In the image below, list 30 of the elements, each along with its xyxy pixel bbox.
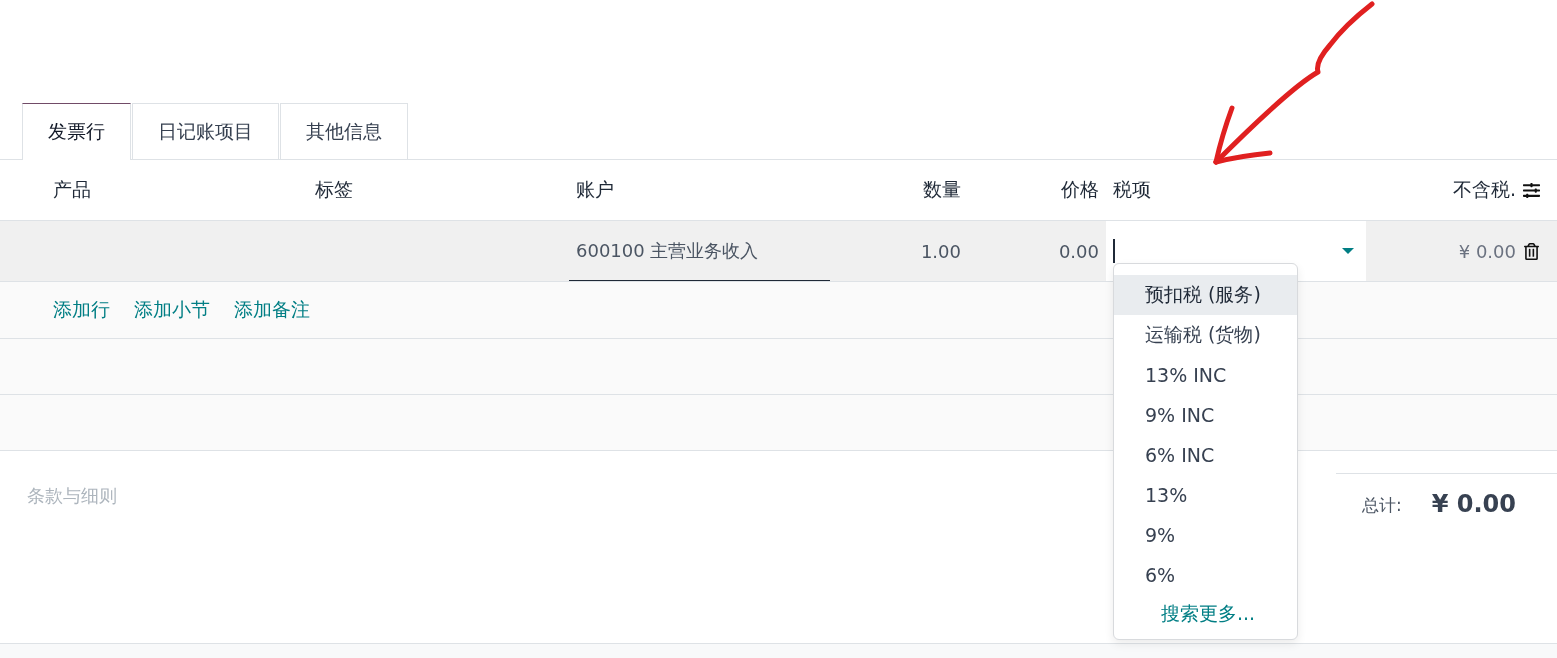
column-header: 税项 [1112,177,1152,202]
add-link[interactable]: 添加行 [53,297,110,323]
table-cell-text: 1.00 [919,239,962,264]
column-header: 价格 [1060,177,1100,202]
column-header: 标签 [314,177,354,202]
account-field[interactable]: 600100 主营业务收入 [569,221,830,281]
column-header: 不含税. [1451,177,1517,202]
table-cell-text: ¥ 0.00 [1457,239,1517,264]
dropdown-option[interactable]: 13% INC [1114,355,1297,395]
add-link[interactable]: 添加备注 [234,297,310,323]
tab[interactable]: 发票行 [22,103,131,160]
table-cell-text: 0.00 [1057,239,1100,264]
total-label: 总计: [1362,494,1402,517]
add-link[interactable]: 添加小节 [134,297,210,323]
tab[interactable]: 日记账项目 [132,103,279,159]
column-header: 产品 [52,177,92,202]
column-header: 数量 [922,177,962,202]
dropdown-option[interactable]: 预扣税 (服务) [1114,275,1297,315]
dropdown-option[interactable]: 9% [1114,515,1297,555]
tab[interactable]: 其他信息 [280,103,408,159]
search-more-link[interactable]: 搜索更多... [1114,595,1297,631]
dropdown-caret-icon[interactable] [1342,248,1354,254]
column-header: 账户 [575,177,615,202]
dropdown-option[interactable]: 6% [1114,555,1297,595]
dropdown-option[interactable]: 9% INC [1114,395,1297,435]
dropdown-option[interactable]: 运输税 (货物) [1114,315,1297,355]
dropdown-option[interactable]: 6% INC [1114,435,1297,475]
total-value: ¥ 0.00 [1431,490,1516,518]
dropdown-option[interactable]: 13% [1114,475,1297,515]
text-cursor [1113,239,1115,263]
